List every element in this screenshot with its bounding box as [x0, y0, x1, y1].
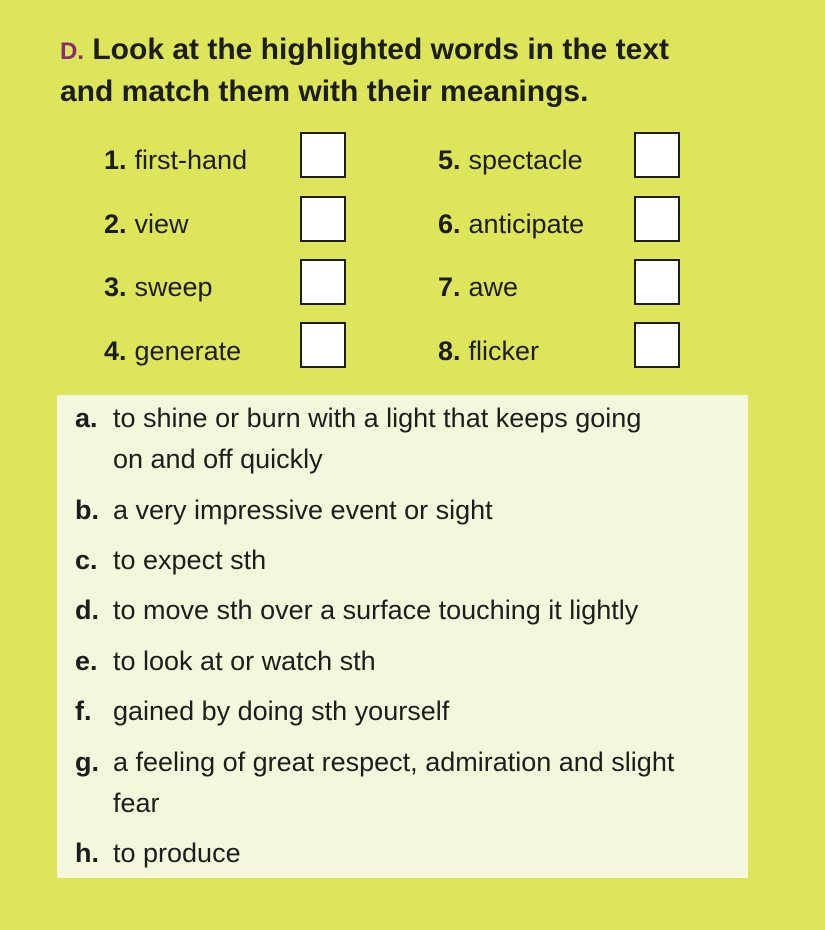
definition-letter: h.	[75, 838, 99, 868]
definition-text: to shine or burn with a light that keeps…	[113, 403, 642, 474]
definition-c: c. to expect sth	[75, 540, 735, 581]
word-text: view	[134, 209, 189, 239]
instruction-text-1: Look at the highlighted words in the tex…	[92, 33, 670, 66]
definition-letter: a.	[75, 403, 98, 433]
word-text: generate	[134, 336, 242, 366]
definition-letter: c.	[75, 545, 98, 575]
answer-box-2[interactable]	[300, 196, 346, 242]
answer-box-3[interactable]	[300, 259, 346, 305]
answer-box-4[interactable]	[300, 322, 346, 368]
definition-letter: g.	[75, 747, 99, 777]
answer-box-8[interactable]	[634, 322, 680, 368]
heading-line-1: D. Look at the highlighted words in the …	[60, 30, 780, 72]
word-item-3: 3. sweep	[104, 262, 213, 312]
definition-text: a feeling of great respect, admiration a…	[113, 747, 675, 818]
word-item-4: 4. generate	[104, 326, 241, 376]
definition-g: g. a feeling of great respect, admiratio…	[75, 742, 735, 824]
definition-text: to move sth over a surface touching it l…	[113, 595, 639, 625]
exercise-letter: D.	[60, 38, 84, 65]
word-number: 8.	[438, 336, 461, 366]
definition-letter: f.	[75, 696, 92, 726]
definition-b: b. a very impressive event or sight	[75, 490, 735, 531]
definition-f: f. gained by doing sth yourself	[75, 691, 735, 732]
answer-box-7[interactable]	[634, 259, 680, 305]
definitions-panel: a. to shine or burn with a light that ke…	[57, 395, 748, 878]
answer-box-1[interactable]	[300, 132, 346, 178]
definition-d: d. to move sth over a surface touching i…	[75, 590, 735, 631]
definition-text: gained by doing sth yourself	[113, 696, 450, 726]
word-number: 7.	[438, 272, 461, 302]
definition-letter: b.	[75, 495, 99, 525]
answer-box-6[interactable]	[634, 196, 680, 242]
definition-e: e. to look at or watch sth	[75, 641, 735, 682]
word-text: first-hand	[134, 145, 248, 175]
answer-box-5[interactable]	[634, 132, 680, 178]
word-number: 4.	[104, 336, 127, 366]
word-item-5: 5. spectacle	[438, 135, 583, 185]
word-number: 5.	[438, 145, 461, 175]
word-number: 2.	[104, 209, 127, 239]
definition-h: h. to produce	[75, 833, 735, 874]
word-item-8: 8. flicker	[438, 326, 539, 376]
definition-letter: d.	[75, 595, 99, 625]
definition-text: to produce	[113, 838, 241, 868]
word-text: awe	[468, 272, 519, 302]
word-text: flicker	[468, 336, 540, 366]
exercise-heading: D. Look at the highlighted words in the …	[60, 30, 780, 112]
word-item-1: 1. first-hand	[104, 135, 247, 185]
word-text: sweep	[134, 272, 213, 302]
definition-letter: e.	[75, 646, 98, 676]
word-text: anticipate	[468, 209, 585, 239]
definition-a: a. to shine or burn with a light that ke…	[75, 398, 735, 480]
definition-text: to look at or watch sth	[113, 646, 376, 676]
word-number: 1.	[104, 145, 127, 175]
word-text: spectacle	[468, 145, 583, 175]
definition-text: a very impressive event or sight	[113, 495, 493, 525]
word-item-2: 2. view	[104, 199, 189, 249]
word-item-6: 6. anticipate	[438, 199, 584, 249]
word-number: 3.	[104, 272, 127, 302]
word-number: 6.	[438, 209, 461, 239]
instruction-text-2: and match them with their meanings.	[60, 75, 589, 108]
word-item-7: 7. awe	[438, 262, 518, 312]
definition-text: to expect sth	[113, 545, 267, 575]
